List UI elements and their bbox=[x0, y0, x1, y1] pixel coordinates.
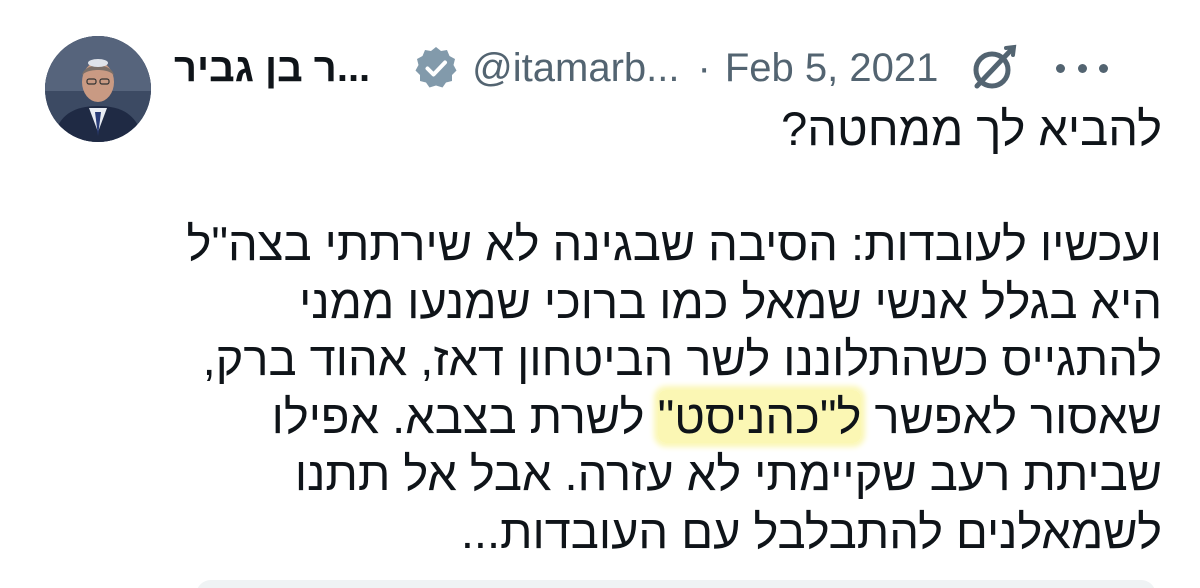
tweet-text: להביא לך ממחטה? ועכשיו לעובדות: הסיבה שב… bbox=[162, 100, 1162, 560]
highlighted-word: ל"כהניסט" bbox=[657, 389, 862, 443]
line-segment: לשרת בצבא. אפילו bbox=[271, 389, 645, 443]
tweet-line: לשמאלנים להתבלבל עם העובדות... bbox=[460, 504, 1162, 558]
tweet-line-highlighted: שאסור לאפשר ל"כהניסט" לשרת בצבא. אפילו bbox=[162, 388, 1162, 446]
more-dot bbox=[1056, 63, 1066, 73]
author-display-name[interactable]: ...ר בן גביר bbox=[174, 46, 370, 91]
tweet-date[interactable]: Feb 5, 2021 bbox=[725, 46, 939, 91]
more-icon[interactable] bbox=[1056, 58, 1109, 78]
grok-icon[interactable] bbox=[966, 40, 1022, 96]
tweet-header: ...ר בן גביר @itamarb... · Feb 5, 2021 bbox=[174, 38, 1109, 98]
more-dot bbox=[1077, 63, 1087, 73]
quoted-card-edge[interactable] bbox=[196, 580, 1156, 588]
more-dot bbox=[1099, 63, 1109, 73]
separator-dot: · bbox=[697, 45, 711, 90]
tweet-line: היא בגלל אנשי שמאל כמו ברוכי שמנעו ממני bbox=[299, 274, 1162, 328]
avatar-portrait bbox=[45, 36, 151, 142]
tweet-line: ועכשיו לעובדות: הסיבה שבגינה לא שירתתי ב… bbox=[186, 217, 1162, 270]
author-handle[interactable]: @itamarb... bbox=[472, 46, 679, 91]
tweet-line: להתגייס כשהתלוננו לשר הביטחון דאז, אהוד … bbox=[202, 332, 1162, 385]
avatar[interactable] bbox=[45, 36, 151, 142]
verified-badge-icon[interactable] bbox=[412, 44, 460, 92]
tweet-line: שביתת רעב שקיימתי לא עזרה. אבל אל תתנו bbox=[294, 447, 1162, 500]
line-segment: שאסור לאפשר bbox=[874, 389, 1162, 443]
tweet-line: להביא לך ממחטה? bbox=[781, 102, 1162, 155]
